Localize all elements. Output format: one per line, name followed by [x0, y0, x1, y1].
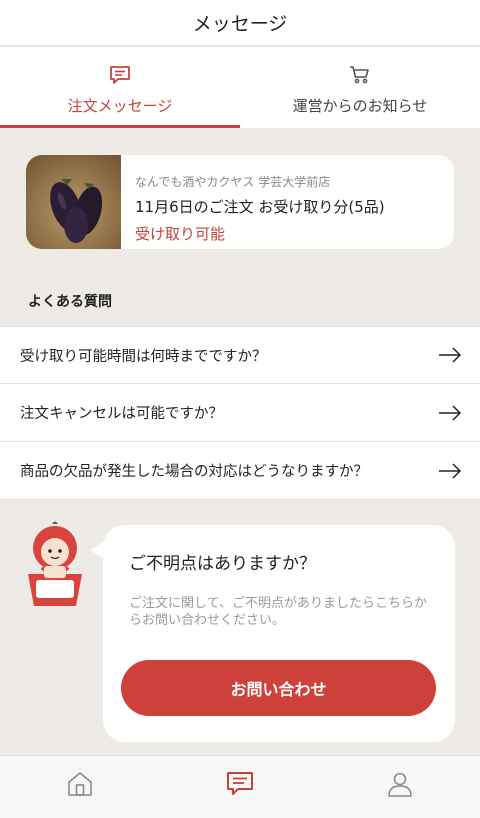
faq-question: 注文キャンセルは可能ですか？ — [20, 406, 223, 422]
order-shop-name: なんでも酒やカクヤス 学芸大学前店 — [135, 175, 331, 189]
cart-icon — [348, 63, 372, 87]
profile-icon — [388, 772, 412, 797]
faq-item[interactable]: 受け取り可能時間は何時までですか？ — [0, 326, 480, 384]
help-description: ご注文に関して、ご不明点がありましたらこちらからお問い合わせください。 — [129, 596, 427, 628]
page-title: メッセージ — [192, 13, 288, 35]
order-card[interactable]: なんでも酒やカクヤス 学芸大学前店 11月6日のご注文 お受け取り分(5品) 受… — [26, 155, 454, 249]
header: メッセージ — [0, 0, 480, 46]
bottom-nav — [0, 755, 480, 818]
tab-label: 注文メッセージ — [67, 97, 173, 115]
arrow-right-icon — [439, 462, 462, 479]
home-icon — [68, 772, 92, 796]
nav-home[interactable] — [0, 756, 160, 818]
tab-label: 運営からのお知らせ — [292, 97, 428, 115]
faq-question: 商品の欠品が発生した場合の対応はどうなりますか？ — [20, 464, 368, 480]
message-icon — [227, 772, 253, 795]
order-title: 11月6日のご注文 お受け取り分(5品) — [135, 198, 385, 216]
mascot-icon — [22, 518, 88, 610]
message-icon — [108, 63, 132, 87]
faq-item[interactable]: 注文キャンセルは可能ですか？ — [0, 384, 480, 442]
help-title: ご不明点はありますか？ — [129, 554, 316, 574]
tab-bar: 注文メッセージ 運営からのお知らせ — [0, 47, 480, 128]
faq-question: 受け取り可能時間は何時までですか？ — [20, 348, 267, 365]
order-status: 受け取り可能 — [135, 225, 226, 243]
tab-order-messages[interactable]: 注文メッセージ — [0, 47, 240, 128]
contact-button[interactable]: お問い合わせ — [121, 660, 436, 716]
order-thumbnail — [26, 155, 121, 249]
arrow-right-icon — [439, 404, 462, 421]
nav-messages[interactable] — [160, 756, 320, 818]
help-card: ご不明点はありますか？ ご注文に関して、ご不明点がありましたらこちらからお問い合… — [103, 525, 455, 742]
arrow-right-icon — [439, 347, 462, 363]
faq-list: 受け取り可能時間は何時までですか？ 注文キャンセルは可能ですか？ 商品の欠品が発… — [0, 326, 480, 500]
faq-heading: よくある質問 — [28, 294, 112, 310]
tab-announcements[interactable]: 運営からのお知らせ — [240, 47, 480, 128]
order-info: なんでも酒やカクヤス 学芸大学前店 11月6日のご注文 お受け取り分(5品) 受… — [121, 155, 385, 249]
faq-item[interactable]: 商品の欠品が発生した場合の対応はどうなりますか？ — [0, 442, 480, 500]
nav-profile[interactable] — [320, 756, 480, 818]
